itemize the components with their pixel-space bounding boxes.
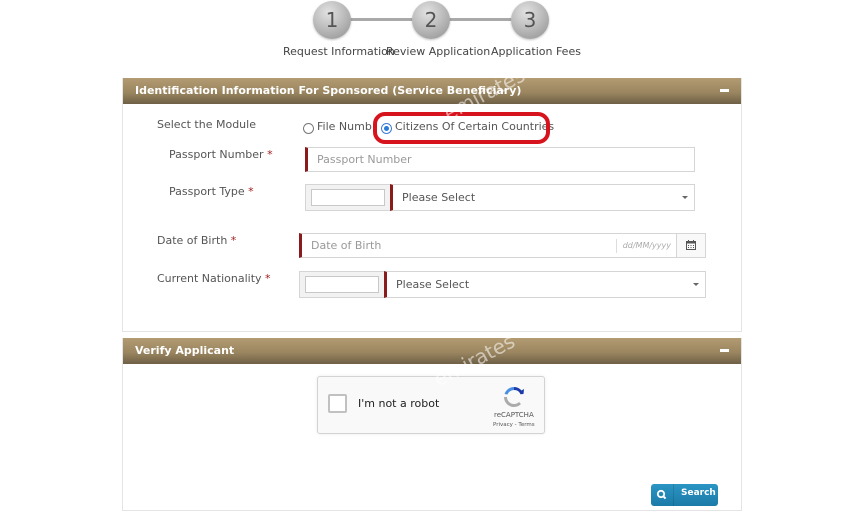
passport-number-label: Passport Number *	[169, 148, 273, 161]
highlight-annotation	[373, 112, 550, 144]
required-mark: *	[267, 148, 273, 161]
step-2-circle: 2	[412, 1, 450, 39]
passport-type-selected: Please Select	[402, 191, 476, 204]
date-format-hint: dd/MM/yyyy	[615, 239, 671, 253]
minus-icon[interactable]	[720, 89, 729, 92]
search-icon-container	[651, 484, 674, 506]
nationality-code-input[interactable]	[305, 276, 379, 293]
step-1-label: Request Information	[283, 45, 395, 58]
required-mark: *	[248, 185, 254, 198]
search-icon	[656, 489, 667, 500]
passport-number-input[interactable]: Passport Number	[305, 147, 695, 172]
step-3-circle: 3	[511, 1, 549, 39]
recaptcha-brand: reCAPTCHA	[494, 411, 534, 419]
calendar-button[interactable]	[676, 234, 705, 257]
current-nationality-label-text: Current Nationality	[157, 272, 262, 285]
current-nationality-select[interactable]: Please Select	[384, 271, 705, 298]
identification-panel: Identification Information For Sponsored…	[122, 78, 742, 332]
recaptcha-checkbox[interactable]	[328, 394, 347, 413]
verify-panel-header[interactable]: Verify Applicant	[123, 338, 741, 364]
identification-panel-header[interactable]: Identification Information For Sponsored…	[123, 78, 741, 104]
current-nationality-selected: Please Select	[396, 278, 470, 291]
minus-icon[interactable]	[720, 349, 729, 352]
current-nationality-label: Current Nationality *	[157, 272, 271, 285]
chevron-down-icon	[682, 196, 688, 199]
radio-file-number[interactable]	[303, 123, 314, 134]
step-2-label: Review Application	[386, 45, 491, 58]
verify-applicant-panel: Verify Applicant I'm not a robot reCAPTC…	[122, 338, 742, 511]
step-1-circle: 1	[313, 1, 351, 39]
identification-panel-title: Identification Information For Sponsored…	[135, 84, 522, 97]
passport-type-label-text: Passport Type	[169, 185, 245, 198]
step-3-label: Application Fees	[491, 45, 581, 58]
progress-stepper: 1 2 3 Request Information Review Applica…	[0, 0, 862, 70]
calendar-icon	[686, 240, 696, 250]
current-nationality-combo: Please Select	[299, 271, 706, 298]
passport-type-label: Passport Type *	[169, 185, 254, 198]
passport-type-combo: Please Select	[305, 184, 695, 211]
required-mark: *	[230, 234, 237, 247]
search-button-label: Search	[681, 488, 716, 498]
date-of-birth-placeholder: Date of Birth	[311, 239, 382, 252]
passport-type-select[interactable]: Please Select	[390, 184, 694, 211]
recaptcha-logo-icon	[504, 387, 524, 407]
recaptcha-label: I'm not a robot	[358, 397, 440, 410]
date-of-birth-label: Date of Birth *	[157, 234, 236, 247]
radio-file-number-label[interactable]: File Numbe	[317, 120, 372, 133]
date-of-birth-label-text: Date of Birth	[157, 234, 228, 247]
passport-number-label-text: Passport Number	[169, 148, 264, 161]
select-module-label: Select the Module	[157, 118, 256, 131]
search-button[interactable]: Search	[651, 484, 718, 506]
recaptcha-privacy-terms-links[interactable]: Privacy - Terms	[493, 422, 535, 428]
chevron-down-icon	[693, 283, 699, 286]
required-mark: *	[265, 272, 271, 285]
recaptcha-widget: I'm not a robot reCAPTCHA Privacy - Term…	[317, 376, 545, 434]
date-of-birth-input[interactable]: Date of Birth dd/MM/yyyy	[299, 233, 706, 258]
verify-panel-title: Verify Applicant	[135, 344, 235, 357]
passport-type-code-input[interactable]	[311, 189, 385, 206]
